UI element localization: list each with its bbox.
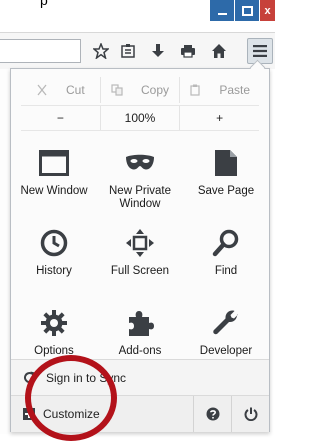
open-menu-button[interactable] bbox=[247, 38, 273, 64]
wrench-icon bbox=[208, 305, 244, 341]
paste-button[interactable]: Paste bbox=[180, 77, 259, 103]
save-page-icon bbox=[208, 145, 244, 181]
minimize-button[interactable] bbox=[210, 0, 234, 21]
history-icon bbox=[36, 225, 72, 261]
cut-button[interactable]: Cut bbox=[21, 77, 101, 103]
navigation-toolbar bbox=[0, 32, 275, 69]
tile-label: New Window bbox=[20, 185, 88, 197]
page-background bbox=[0, 69, 10, 434]
help-icon bbox=[206, 407, 220, 421]
tile-label: History bbox=[36, 265, 72, 277]
bookmarks-icon bbox=[121, 44, 135, 58]
print-button[interactable] bbox=[178, 41, 198, 61]
paste-label: Paste bbox=[219, 83, 251, 97]
new-window-tile[interactable]: New Window bbox=[11, 139, 97, 219]
zoom-reset-button[interactable]: 100% bbox=[99, 106, 181, 130]
cut-label: Cut bbox=[65, 83, 85, 97]
zoom-in-button[interactable]: + bbox=[180, 106, 259, 130]
history-tile[interactable]: History bbox=[11, 219, 97, 299]
close-button[interactable]: x bbox=[260, 0, 275, 21]
search-input[interactable] bbox=[0, 39, 81, 63]
maximize-button[interactable] bbox=[235, 0, 259, 21]
quit-button[interactable] bbox=[231, 396, 270, 432]
gear-icon bbox=[36, 305, 72, 341]
window-titlebar: p x bbox=[0, 0, 275, 32]
close-icon: x bbox=[264, 4, 271, 17]
tile-label: Find bbox=[214, 265, 238, 277]
app-menu-panel: Cut Copy Paste − 100% + New Window New P… bbox=[10, 68, 270, 441]
tile-label: Developer bbox=[199, 345, 253, 357]
edit-controls: Cut Copy Paste bbox=[21, 77, 259, 103]
downloads-button[interactable] bbox=[148, 41, 168, 61]
tile-label: Full Screen bbox=[110, 265, 170, 277]
bookmark-star-button[interactable] bbox=[91, 41, 111, 61]
help-button[interactable] bbox=[193, 396, 232, 432]
printer-icon bbox=[181, 45, 195, 58]
bookmarks-menu-button[interactable] bbox=[118, 41, 138, 61]
tile-label: Save Page bbox=[197, 185, 255, 197]
zoom-out-button[interactable]: − bbox=[21, 106, 100, 130]
puzzle-icon bbox=[122, 305, 158, 341]
minimize-icon bbox=[217, 12, 227, 15]
save-page-tile[interactable]: Save Page bbox=[183, 139, 269, 219]
mask-icon bbox=[122, 145, 158, 181]
clipboard-icon bbox=[190, 84, 200, 96]
home-button[interactable] bbox=[209, 41, 229, 61]
full-screen-tile[interactable]: Full Screen bbox=[97, 219, 183, 299]
hamburger-icon bbox=[253, 45, 267, 57]
download-arrow-icon bbox=[152, 44, 164, 57]
copy-button[interactable]: Copy bbox=[101, 77, 181, 103]
tile-label: New Private Window bbox=[109, 185, 171, 210]
find-tile[interactable]: Find bbox=[183, 219, 269, 299]
find-icon bbox=[208, 225, 244, 261]
scissors-icon bbox=[37, 84, 47, 96]
full-screen-icon bbox=[122, 225, 158, 261]
copy-icon bbox=[111, 84, 123, 96]
tile-label: Add-ons bbox=[118, 345, 162, 357]
new-private-window-tile[interactable]: New Private Window bbox=[97, 139, 183, 219]
zoom-controls: − 100% + bbox=[21, 105, 259, 131]
title-fragment: p bbox=[40, 0, 48, 8]
new-window-icon bbox=[36, 145, 72, 181]
copy-label: Copy bbox=[141, 83, 170, 97]
maximize-icon bbox=[241, 5, 253, 16]
highlight-circle bbox=[25, 355, 117, 441]
power-icon bbox=[244, 407, 258, 421]
star-icon bbox=[93, 43, 109, 59]
home-icon bbox=[212, 44, 226, 58]
